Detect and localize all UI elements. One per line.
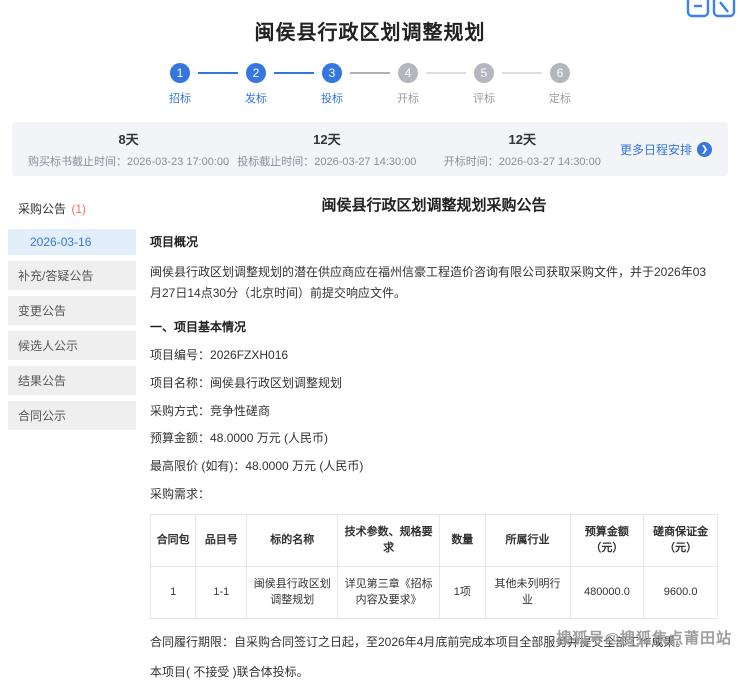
cell-budget: 480000.0 [570,566,644,618]
days-remaining: 12天 [425,129,620,148]
step-label: 定标 [549,90,571,106]
step-circle: 4 [398,63,418,83]
sidebar-item-change-notice[interactable]: 变更公告 [8,296,136,325]
arrow-right-icon: ❯ [697,142,712,157]
days-remaining: 12天 [229,129,424,148]
consortium-line: 本项目( 不接受 )联合体投标。 [150,663,718,682]
step-label: 投标 [321,90,343,106]
days-remaining: 8天 [28,129,229,148]
field-label: 最高限价 (如有)： [150,459,245,473]
content-area: 采购公告 (1) 2026-03-16 补充/答疑公告 变更公告 候选人公示 结… [0,194,740,693]
field-value: 闽侯县行政区划调整规划 [210,376,342,390]
deadline-label: 开标时间： [444,156,499,168]
watermark: 搜狐号@搜狐焦点莆田站 [556,627,732,648]
step-circle: 5 [474,63,494,83]
field-max-price: 最高限价 (如有)：48.0000 万元 (人民币) [150,458,718,475]
schedule-bar: 8天 购买标书截止时间：2026-03-23 17:00:00 12天 投标截止… [12,122,728,176]
step-connector [198,72,238,74]
sidebar-item-label: 采购公告 [18,202,66,216]
field-project-no: 项目编号：2026FZXH016 [150,347,718,364]
col-header-budget: 预算金额（元） [570,514,644,566]
col-header-industry: 所属行业 [485,514,570,566]
sidebar-item-contract-publicity[interactable]: 合同公示 [8,401,136,430]
deadline-bid-open: 12天 开标时间：2026-03-27 14:30:00 [425,129,620,169]
step-connector [502,72,542,74]
step-kaibiao: 4 开标 [390,63,426,106]
field-value: 48.0000 万元 (人民币) [210,431,328,445]
cell-contract: 1 [151,566,196,618]
step-label: 招标 [169,90,191,106]
cell-quantity: 1项 [440,566,485,618]
field-procurement-method: 采购方式：竞争性磋商 [150,403,718,420]
deadline-label: 投标截止时间： [237,156,314,168]
step-label: 评标 [473,90,495,106]
page-title: 闽侯县行政区划调整规划 [0,16,740,45]
field-budget: 预算金额：48.0000 万元 (人民币) [150,430,718,447]
step-pingbiao: 5 评标 [466,63,502,106]
field-label: 项目名称： [150,376,210,390]
procurement-table: 合同包 品目号 标的名称 技术参数、规格要求 数量 所属行业 预算金额（元） 磋… [150,514,718,619]
deadline-buy-docs: 8天 购买标书截止时间：2026-03-23 17:00:00 [28,129,229,169]
step-toubiao: 3 投标 [314,63,350,106]
table-row: 1 1-1 闽侯县行政区划调整规划 详见第三章《招标内容及要求》 1项 其他未列… [151,566,718,618]
deadline-bid-submit: 12天 投标截止时间：2026-03-27 14:30:00 [229,129,424,169]
notice-body: 闽侯县行政区划调整规划采购公告 项目概况 闽侯县行政区划调整规划的潜在供应商应在… [150,194,718,693]
sidebar-item-procurement-notice[interactable]: 采购公告 (1) [8,194,136,223]
step-label: 开标 [397,90,419,106]
notice-title: 闽侯县行政区划调整规划采购公告 [150,194,718,215]
step-circle: 1 [170,63,190,83]
step-fabiao: 2 发标 [238,63,274,106]
more-schedule-label: 更多日程安排 [620,141,692,158]
sidebar-item-supplement-notice[interactable]: 补充/答疑公告 [8,261,136,290]
table-header-row: 合同包 品目号 标的名称 技术参数、规格要求 数量 所属行业 预算金额（元） 磋… [151,514,718,566]
step-label: 发标 [245,90,267,106]
sidebar-item-candidate-publicity[interactable]: 候选人公示 [8,331,136,360]
col-header-specs: 技术参数、规格要求 [338,514,440,566]
sidebar-item-result-notice[interactable]: 结果公告 [8,366,136,395]
field-value: 2026FZXH016 [210,348,288,362]
progress-stepper: 1 招标 2 发标 3 投标 4 开标 5 评标 6 定标 [0,63,740,106]
site-logo-icon [686,0,738,26]
field-label: 预算金额： [150,431,210,445]
step-zhaobiao: 1 招标 [162,63,198,106]
deadline-value: 2026-03-27 14:30:00 [314,156,416,168]
step-dingbiao: 6 定标 [542,63,578,106]
notice-sidebar: 采购公告 (1) 2026-03-16 补充/答疑公告 变更公告 候选人公示 结… [8,194,136,430]
step-connector [426,72,466,74]
basic-info-heading: 一、项目基本情况 [150,318,718,335]
col-header-quantity: 数量 [440,514,485,566]
field-label: 采购需求： [150,487,210,501]
step-circle: 3 [322,63,342,83]
step-connector [274,72,314,74]
cell-specs: 详见第三章《招标内容及要求》 [338,566,440,618]
cell-industry: 其他未列明行业 [485,566,570,618]
deadline-value: 2026-03-27 14:30:00 [499,156,601,168]
cell-item-no: 1-1 [196,566,247,618]
col-header-contract: 合同包 [151,514,196,566]
col-header-deposit: 磋商保证金（元） [644,514,718,566]
sidebar-item-date-active[interactable]: 2026-03-16 [8,229,136,255]
col-header-item-no: 品目号 [196,514,247,566]
step-circle: 6 [550,63,570,83]
step-connector [350,72,390,74]
step-circle: 2 [246,63,266,83]
page-header: 闽侯县行政区划调整规划 [0,0,740,45]
cell-deposit: 9600.0 [644,566,718,618]
overview-heading: 项目概况 [150,233,718,250]
field-label: 采购方式： [150,404,210,418]
deadline-label: 购买标书截止时间： [28,156,127,168]
more-schedule-link[interactable]: 更多日程安排 ❯ [620,141,712,158]
deadline-value: 2026-03-23 17:00:00 [127,156,229,168]
notice-count-badge: (1) [71,202,86,216]
field-project-name: 项目名称：闽侯县行政区划调整规划 [150,375,718,392]
field-value: 竞争性磋商 [210,404,270,418]
field-requirements: 采购需求： [150,486,718,503]
field-label: 项目编号： [150,348,210,362]
cell-subject: 闽侯县行政区划调整规划 [247,566,338,618]
overview-text: 闽侯县行政区划调整规划的潜在供应商应在福州信豪工程造价咨询有限公司获取采购文件，… [150,262,718,304]
field-value: 48.0000 万元 (人民币) [245,459,363,473]
col-header-subject: 标的名称 [247,514,338,566]
